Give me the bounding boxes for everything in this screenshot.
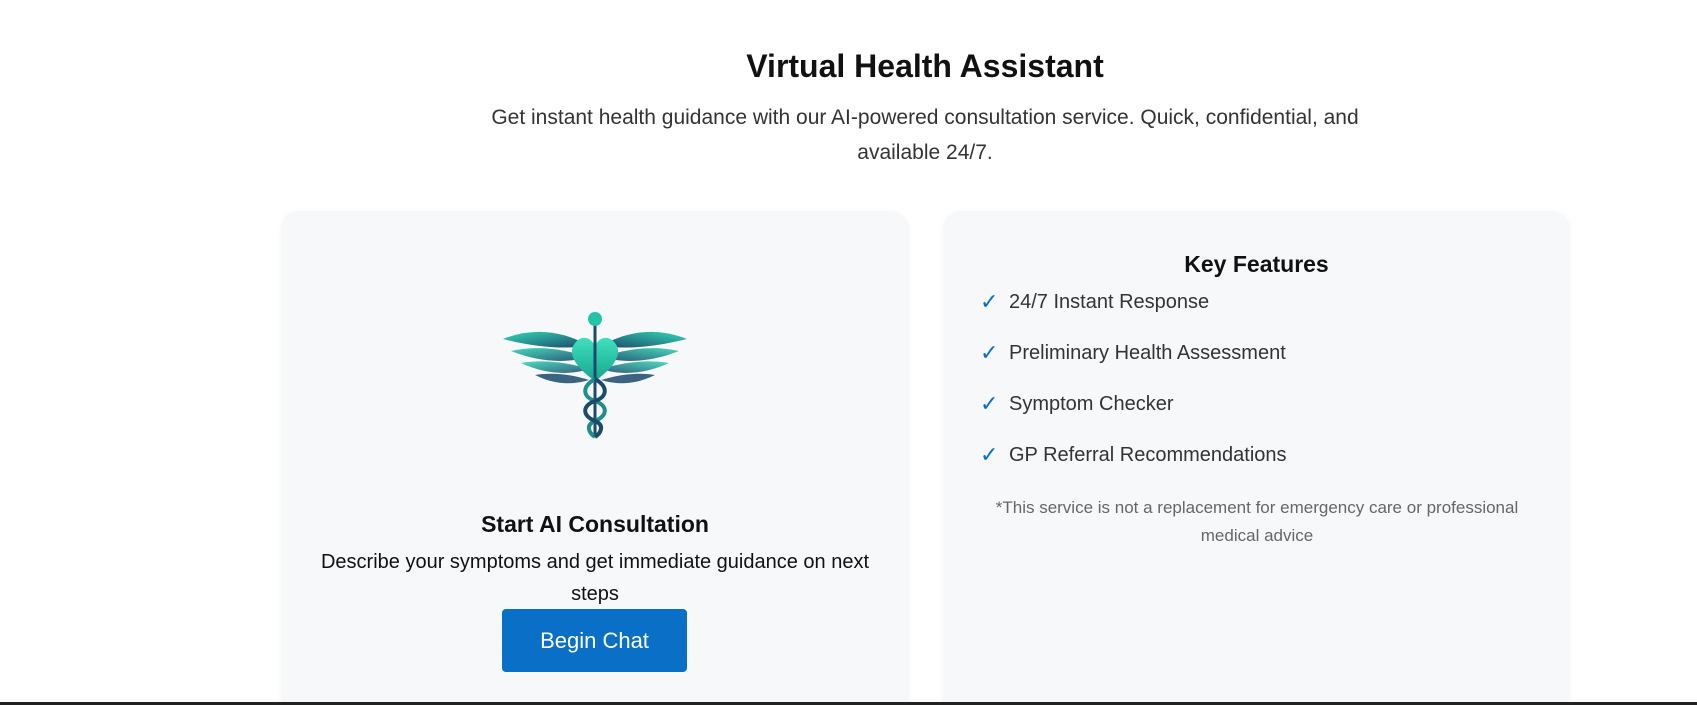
hero-section: Virtual Health Assistant Get instant hea… — [0, 44, 1697, 170]
features-card: Key Features ✓ 24/7 Instant Response ✓ P… — [943, 211, 1570, 705]
caduceus-heart-icon — [503, 312, 687, 439]
feature-label: Symptom Checker — [1009, 392, 1174, 415]
feature-item: ✓ Symptom Checker — [980, 390, 1287, 418]
page: Virtual Health Assistant Get instant hea… — [0, 0, 1697, 705]
checkmark-icon: ✓ — [980, 289, 999, 314]
checkmark-icon: ✓ — [980, 340, 999, 365]
feature-label: 24/7 Instant Response — [1009, 290, 1210, 313]
checkmark-icon: ✓ — [980, 442, 999, 467]
feature-list: ✓ 24/7 Instant Response ✓ Preliminary He… — [980, 288, 1287, 492]
disclaimer-text: *This service is not a replacement for e… — [995, 498, 1519, 545]
checkmark-icon: ✓ — [980, 391, 999, 416]
feature-label: Preliminary Health Assessment — [1009, 341, 1286, 364]
feature-item: ✓ Preliminary Health Assessment — [980, 339, 1287, 367]
consultation-description: Describe your symptoms and get immediate… — [320, 551, 870, 605]
feature-item: ✓ GP Referral Recommendations — [980, 441, 1287, 469]
begin-chat-button[interactable]: Begin Chat — [502, 609, 687, 672]
page-title: Virtual Health Assistant — [746, 48, 1104, 84]
feature-item: ✓ 24/7 Instant Response — [980, 288, 1287, 316]
features-title: Key Features — [1184, 251, 1329, 277]
page-subtitle: Get instant health guidance with our AI-… — [491, 106, 1359, 164]
feature-label: GP Referral Recommendations — [1009, 443, 1287, 466]
consultation-card: Start AI Consultation Describe your symp… — [281, 211, 909, 705]
consultation-title: Start AI Consultation — [481, 511, 709, 537]
